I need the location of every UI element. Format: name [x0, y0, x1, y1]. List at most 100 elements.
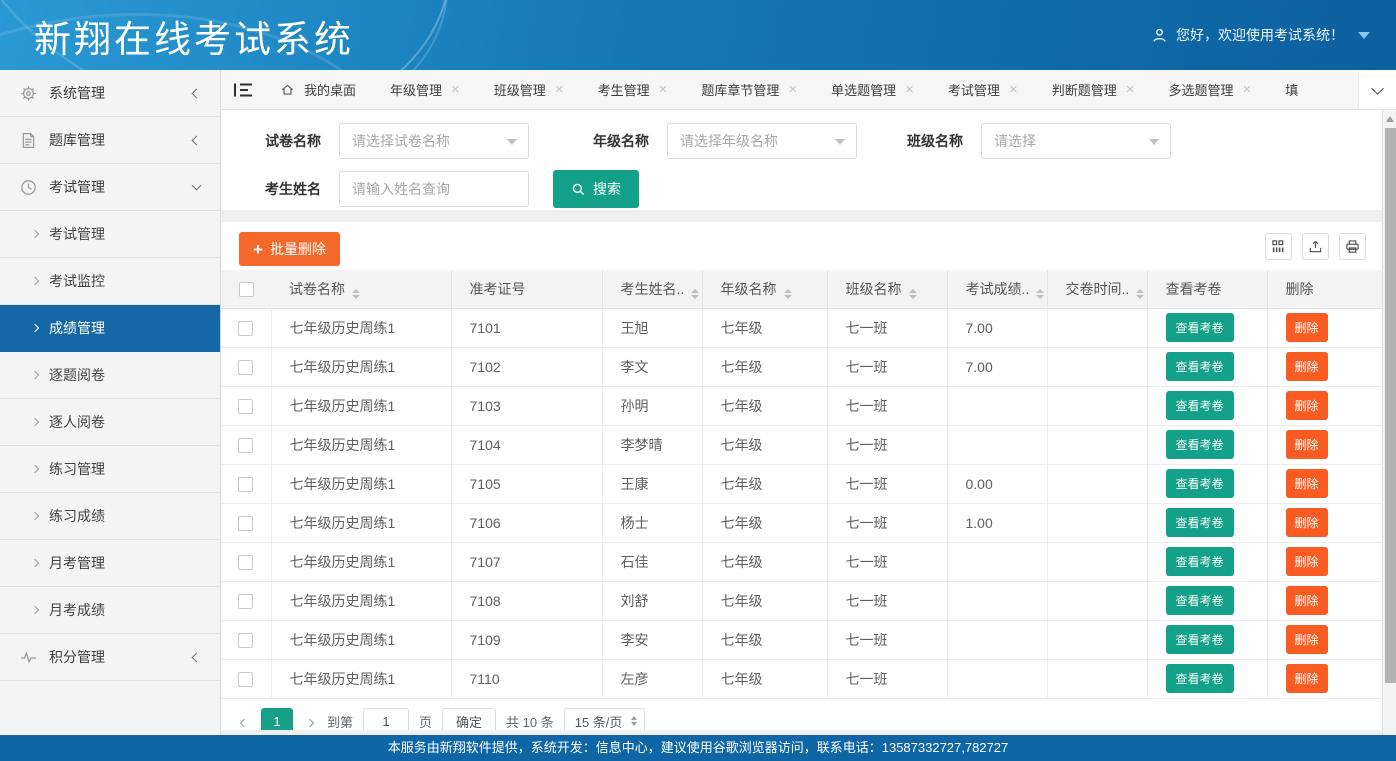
view-paper-button[interactable]: 查看考卷	[1166, 508, 1234, 537]
page-number-input[interactable]: 1	[363, 708, 409, 731]
sort-icon[interactable]	[1036, 289, 1044, 299]
delete-button[interactable]: 删除	[1286, 547, 1328, 576]
close-icon[interactable]: ×	[788, 82, 797, 97]
sidebar-subitem-exam-monitor[interactable]: 考试监控	[0, 258, 220, 305]
view-paper-button[interactable]: 查看考卷	[1166, 664, 1234, 693]
delete-button[interactable]: 删除	[1286, 586, 1328, 615]
prev-page-button[interactable]	[237, 710, 251, 731]
view-paper-button[interactable]: 查看考卷	[1166, 625, 1234, 654]
sidebar-subitem-monthly-exam-scores[interactable]: 月考成绩	[0, 587, 220, 634]
sidebar-subitem-grade-by-question[interactable]: 逐题阅卷	[0, 352, 220, 399]
sort-icon[interactable]	[784, 289, 792, 299]
column-visibility-button[interactable]	[1265, 233, 1292, 260]
delete-button[interactable]: 删除	[1286, 664, 1328, 693]
tab-multi-choice-management[interactable]: 多选题管理 ×	[1151, 70, 1268, 110]
tab-class-management[interactable]: 班级管理 ×	[477, 70, 581, 110]
row-checkbox[interactable]	[238, 555, 253, 570]
current-page-button[interactable]: 1	[261, 708, 293, 731]
page-size-select[interactable]: 15 条/页	[564, 708, 646, 731]
view-paper-button[interactable]: 查看考卷	[1166, 313, 1234, 342]
cell-submit-time	[1047, 581, 1147, 620]
tab-chapter-management[interactable]: 题库章节管理 ×	[684, 70, 814, 110]
delete-button[interactable]: 删除	[1286, 313, 1328, 342]
delete-button[interactable]: 删除	[1286, 469, 1328, 498]
column-header[interactable]: 考生姓名..	[602, 270, 702, 308]
view-paper-button[interactable]: 查看考卷	[1166, 586, 1234, 615]
view-paper-button[interactable]: 查看考卷	[1166, 352, 1234, 381]
vertical-scrollbar[interactable]	[1382, 110, 1396, 735]
tab-overflow-button[interactable]	[1358, 70, 1396, 110]
row-checkbox[interactable]	[238, 516, 253, 531]
column-header[interactable]: 年级名称	[702, 270, 827, 308]
class-name-select[interactable]: 请选择	[981, 123, 1171, 159]
tab-examinee-management[interactable]: 考生管理 ×	[581, 70, 685, 110]
tab-fill-blank-truncated[interactable]: 填	[1268, 70, 1315, 110]
export-button[interactable]	[1302, 233, 1329, 260]
sidebar-item-system-management[interactable]: 系统管理	[0, 70, 220, 117]
select-all-checkbox[interactable]	[239, 282, 254, 297]
view-paper-button[interactable]: 查看考卷	[1166, 391, 1234, 420]
column-header[interactable]: 考试成绩..	[947, 270, 1047, 308]
sidebar-subitem-score-management[interactable]: 成绩管理	[0, 305, 220, 352]
sidebar-subitem-grade-by-person[interactable]: 逐人阅卷	[0, 399, 220, 446]
column-header[interactable]: 删除	[1267, 270, 1382, 308]
sidebar-subitem-practice-management[interactable]: 练习管理	[0, 446, 220, 493]
sidebar-item-exam-management[interactable]: 考试管理	[0, 164, 220, 211]
view-paper-button[interactable]: 查看考卷	[1166, 547, 1234, 576]
delete-button[interactable]: 删除	[1286, 508, 1328, 537]
row-checkbox[interactable]	[238, 594, 253, 609]
sidebar-subitem-monthly-exam-management[interactable]: 月考管理	[0, 540, 220, 587]
scrollbar-thumb[interactable]	[1385, 128, 1396, 683]
row-checkbox[interactable]	[238, 399, 253, 414]
close-icon[interactable]: ×	[905, 82, 914, 97]
sort-icon[interactable]	[691, 289, 699, 299]
sidebar-subitem-exam-management[interactable]: 考试管理	[0, 211, 220, 258]
column-header[interactable]: 班级名称	[827, 270, 947, 308]
sort-icon[interactable]	[1136, 289, 1144, 299]
next-page-button[interactable]	[303, 710, 317, 731]
row-checkbox[interactable]	[238, 321, 253, 336]
sidebar-item-question-bank[interactable]: 题库管理	[0, 117, 220, 164]
delete-button[interactable]: 删除	[1286, 430, 1328, 459]
batch-delete-button[interactable]: + 批量删除	[239, 232, 340, 266]
search-button[interactable]: 搜索	[553, 170, 639, 208]
sidebar-item-points-management[interactable]: 积分管理	[0, 634, 220, 681]
row-checkbox[interactable]	[238, 672, 253, 687]
close-icon[interactable]: ×	[1009, 82, 1018, 97]
sidebar-toggle-icon[interactable]	[233, 82, 253, 98]
delete-button[interactable]: 删除	[1286, 391, 1328, 420]
close-icon[interactable]: ×	[555, 82, 564, 97]
row-checkbox[interactable]	[238, 360, 253, 375]
delete-button[interactable]: 删除	[1286, 352, 1328, 381]
column-header[interactable]: 交卷时间..	[1047, 270, 1147, 308]
paper-name-select[interactable]: 请选择试卷名称	[339, 123, 529, 159]
user-menu[interactable]: 您好，欢迎使用考试系统！	[1151, 0, 1370, 70]
view-paper-button[interactable]: 查看考卷	[1166, 430, 1234, 459]
column-header[interactable]: 试卷名称	[271, 270, 451, 308]
row-checkbox[interactable]	[238, 477, 253, 492]
view-paper-button[interactable]: 查看考卷	[1166, 469, 1234, 498]
row-checkbox[interactable]	[238, 438, 253, 453]
column-header[interactable]: 查看考卷	[1147, 270, 1267, 308]
delete-button[interactable]: 删除	[1286, 625, 1328, 654]
sort-icon[interactable]	[909, 289, 917, 299]
close-icon[interactable]: ×	[451, 82, 460, 97]
close-icon[interactable]: ×	[1243, 82, 1252, 97]
sort-icon[interactable]	[352, 289, 360, 299]
close-icon[interactable]: ×	[1126, 82, 1135, 97]
close-icon[interactable]: ×	[659, 82, 668, 97]
confirm-page-button[interactable]: 确定	[442, 708, 496, 731]
student-name-input[interactable]: 请输入姓名查询	[339, 171, 529, 207]
sidebar-subitem-practice-scores[interactable]: 练习成绩	[0, 493, 220, 540]
tab-exam-management[interactable]: 考试管理 ×	[931, 70, 1035, 110]
grade-name-select[interactable]: 请选择年级名称	[667, 123, 857, 159]
row-checkbox-cell	[221, 425, 271, 464]
scroll-up-arrow-icon[interactable]	[1386, 116, 1394, 122]
tab-single-choice-management[interactable]: 单选题管理 ×	[814, 70, 931, 110]
column-header[interactable]: 准考证号	[451, 270, 602, 308]
print-button[interactable]	[1339, 233, 1366, 260]
tab-true-false-management[interactable]: 判断题管理 ×	[1035, 70, 1152, 110]
tab-home[interactable]: 我的桌面	[263, 70, 373, 110]
tab-grade-management[interactable]: 年级管理 ×	[373, 70, 477, 110]
row-checkbox[interactable]	[238, 633, 253, 648]
